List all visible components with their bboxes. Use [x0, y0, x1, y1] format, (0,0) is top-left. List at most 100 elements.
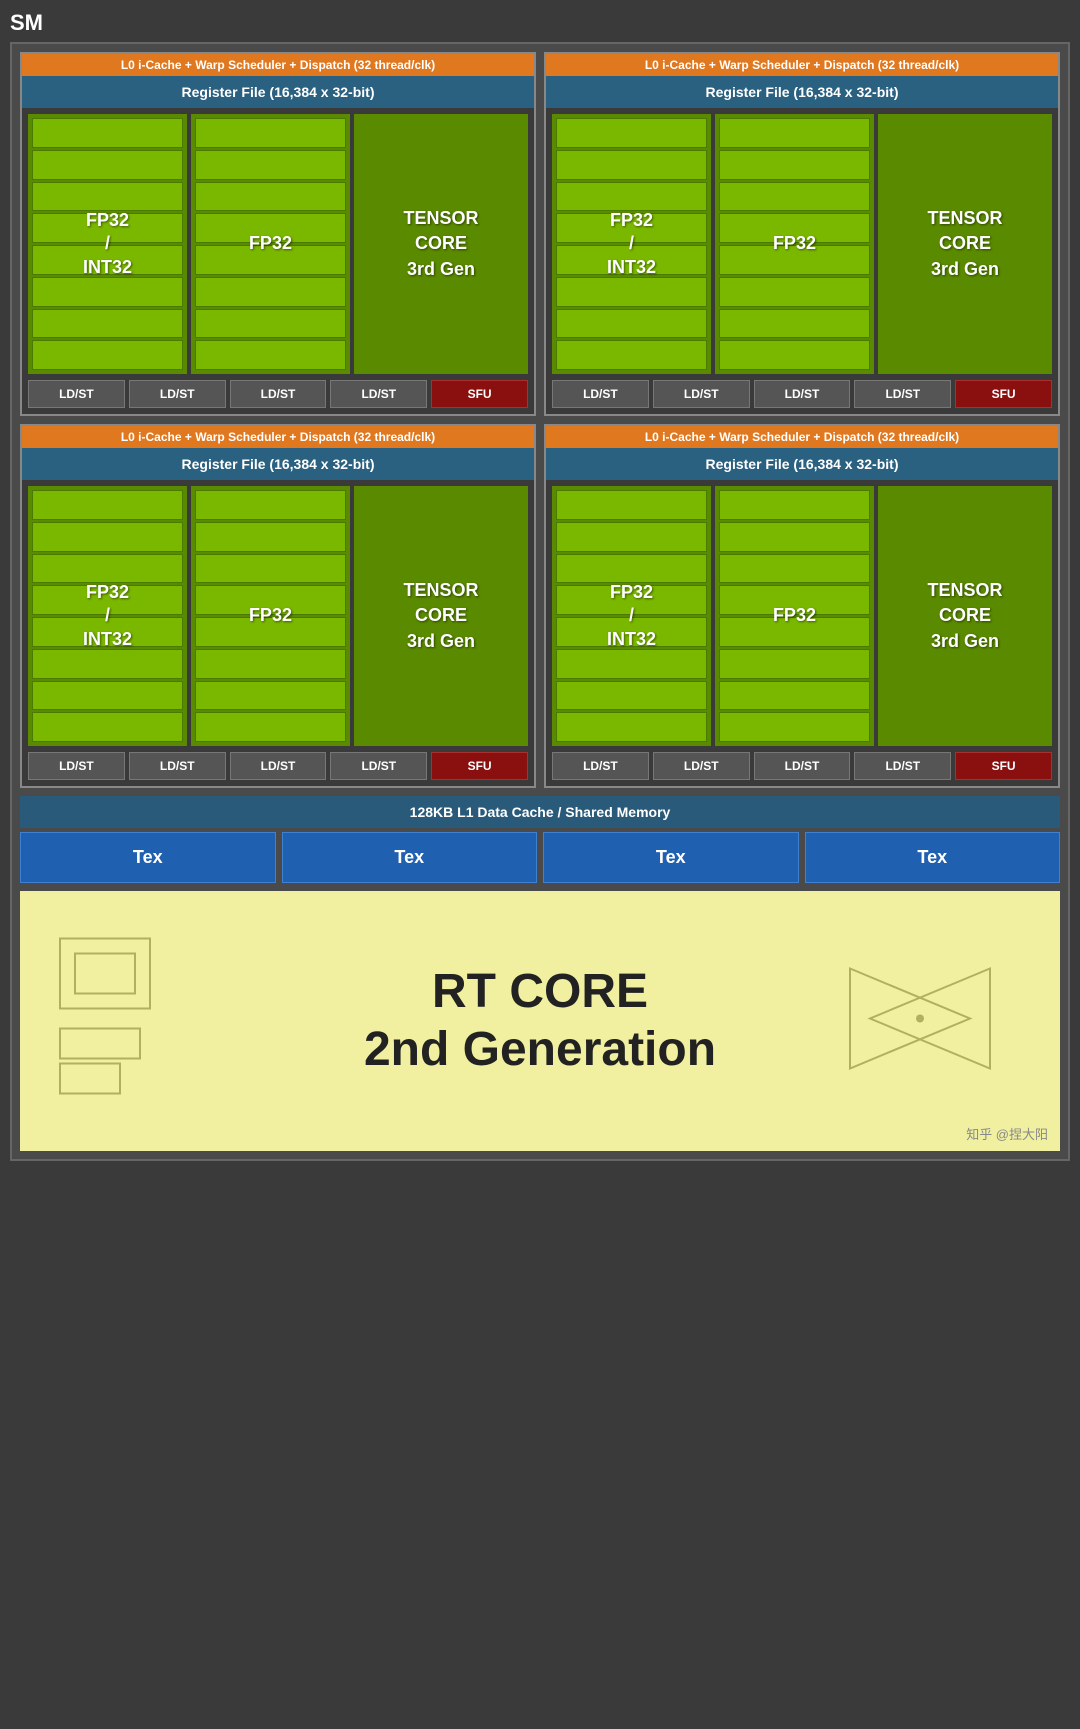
fp32-int32-col-2: FP32/INT32 [552, 114, 711, 374]
core-cell [719, 277, 870, 307]
ldst-row-1: LD/ST LD/ST LD/ST LD/ST SFU [22, 374, 534, 414]
core-cell [195, 277, 346, 307]
core-cell [32, 213, 183, 243]
ldst-row-2: LD/ST LD/ST LD/ST LD/ST SFU [546, 374, 1058, 414]
ldst-cell-11: LD/ST [230, 752, 327, 780]
ldst-cell-7: LD/ST [754, 380, 851, 408]
core-cell [719, 490, 870, 520]
core-cell [195, 245, 346, 275]
core-cell [719, 585, 870, 615]
core-cell [32, 340, 183, 370]
core-cell [32, 150, 183, 180]
fp32-col-4: FP32 [715, 486, 874, 746]
core-cell [556, 182, 707, 212]
rt-core-line1: RT CORE [432, 965, 648, 1018]
ldst-row-3: LD/ST LD/ST LD/ST LD/ST SFU [22, 746, 534, 786]
core-cell [719, 649, 870, 679]
ldst-cell-14: LD/ST [653, 752, 750, 780]
core-cell [195, 554, 346, 584]
page-wrapper: SM L0 i-Cache + Warp Scheduler + Dispatc… [0, 0, 1080, 1161]
l0-bar-3: L0 i-Cache + Warp Scheduler + Dispatch (… [22, 426, 534, 448]
rt-core-label: RT CORE 2nd Generation [364, 963, 716, 1078]
core-cell [195, 617, 346, 647]
ldst-cell-13: LD/ST [552, 752, 649, 780]
core-cell [556, 309, 707, 339]
core-cell [556, 712, 707, 742]
core-cell [195, 150, 346, 180]
sub-proc-1: L0 i-Cache + Warp Scheduler + Dispatch (… [20, 52, 536, 416]
rt-shapes-left [50, 929, 250, 1114]
tensor-col-3: TENSORCORE3rd Gen [354, 486, 528, 746]
tensor-col-2: TENSORCORE3rd Gen [878, 114, 1052, 374]
ldst-row-4: LD/ST LD/ST LD/ST LD/ST SFU [546, 746, 1058, 786]
core-cell [195, 182, 346, 212]
ldst-cell-4: LD/ST [330, 380, 427, 408]
core-cell [195, 649, 346, 679]
sfu-cell-3: SFU [431, 752, 528, 780]
reg-file-bar-3: Register File (16,384 x 32-bit) [22, 448, 534, 480]
core-cell [556, 490, 707, 520]
cores-section-4: FP32/INT32 FP32 [546, 480, 1058, 746]
core-cell [195, 490, 346, 520]
core-cell [32, 182, 183, 212]
tex-cell-1: Tex [20, 832, 276, 883]
core-cell [556, 150, 707, 180]
reg-file-bar-4: Register File (16,384 x 32-bit) [546, 448, 1058, 480]
sm-title: SM [10, 10, 1070, 36]
ldst-cell-12: LD/ST [330, 752, 427, 780]
core-cell [195, 213, 346, 243]
quad-grid: L0 i-Cache + Warp Scheduler + Dispatch (… [20, 52, 1060, 788]
sub-proc-2: L0 i-Cache + Warp Scheduler + Dispatch (… [544, 52, 1060, 416]
fp32-int32-col-4: FP32/INT32 [552, 486, 711, 746]
shared-memory-bar: 128KB L1 Data Cache / Shared Memory [20, 796, 1060, 828]
fp32-int32-col-3: FP32/INT32 [28, 486, 187, 746]
core-cell [719, 213, 870, 243]
fp32-col-1: FP32 [191, 114, 350, 374]
core-cell [556, 213, 707, 243]
core-cell [556, 585, 707, 615]
core-cell [32, 490, 183, 520]
reg-file-bar-2: Register File (16,384 x 32-bit) [546, 76, 1058, 108]
fp32-int32-col-1: FP32/INT32 [28, 114, 187, 374]
core-cell [32, 649, 183, 679]
core-cell [719, 245, 870, 275]
ldst-cell-9: LD/ST [28, 752, 125, 780]
core-cell [32, 554, 183, 584]
sub-proc-3: L0 i-Cache + Warp Scheduler + Dispatch (… [20, 424, 536, 788]
reg-file-bar-1: Register File (16,384 x 32-bit) [22, 76, 534, 108]
tensor-text-2: TENSORCORE3rd Gen [927, 206, 1002, 282]
core-cell [195, 585, 346, 615]
tensor-text-3: TENSORCORE3rd Gen [403, 578, 478, 654]
sfu-cell-4: SFU [955, 752, 1052, 780]
tensor-text-1: TENSORCORE3rd Gen [403, 206, 478, 282]
sub-proc-4: L0 i-Cache + Warp Scheduler + Dispatch (… [544, 424, 1060, 788]
core-cell [719, 309, 870, 339]
core-cell [32, 118, 183, 148]
core-cell [556, 554, 707, 584]
core-cell [32, 617, 183, 647]
core-cell [556, 277, 707, 307]
ldst-cell-16: LD/ST [854, 752, 951, 780]
ldst-cell-5: LD/ST [552, 380, 649, 408]
sfu-cell-1: SFU [431, 380, 528, 408]
core-cell [719, 617, 870, 647]
l0-bar-4: L0 i-Cache + Warp Scheduler + Dispatch (… [546, 426, 1058, 448]
core-cell [556, 118, 707, 148]
l0-bar-2: L0 i-Cache + Warp Scheduler + Dispatch (… [546, 54, 1058, 76]
tex-cell-2: Tex [282, 832, 538, 883]
core-cell [556, 340, 707, 370]
ldst-cell-6: LD/ST [653, 380, 750, 408]
core-cell [556, 522, 707, 552]
core-cell [195, 681, 346, 711]
ldst-cell-2: LD/ST [129, 380, 226, 408]
rt-core-line2: 2nd Generation [364, 1023, 716, 1076]
core-cell [719, 681, 870, 711]
tex-cell-4: Tex [805, 832, 1061, 883]
core-cell [719, 182, 870, 212]
fp32-col-2: FP32 [715, 114, 874, 374]
ldst-cell-15: LD/ST [754, 752, 851, 780]
core-cell [32, 245, 183, 275]
rt-core-section: RT CORE 2nd Generation 知乎 @捏大阳 [20, 891, 1060, 1151]
core-cell [556, 617, 707, 647]
core-cell [195, 712, 346, 742]
